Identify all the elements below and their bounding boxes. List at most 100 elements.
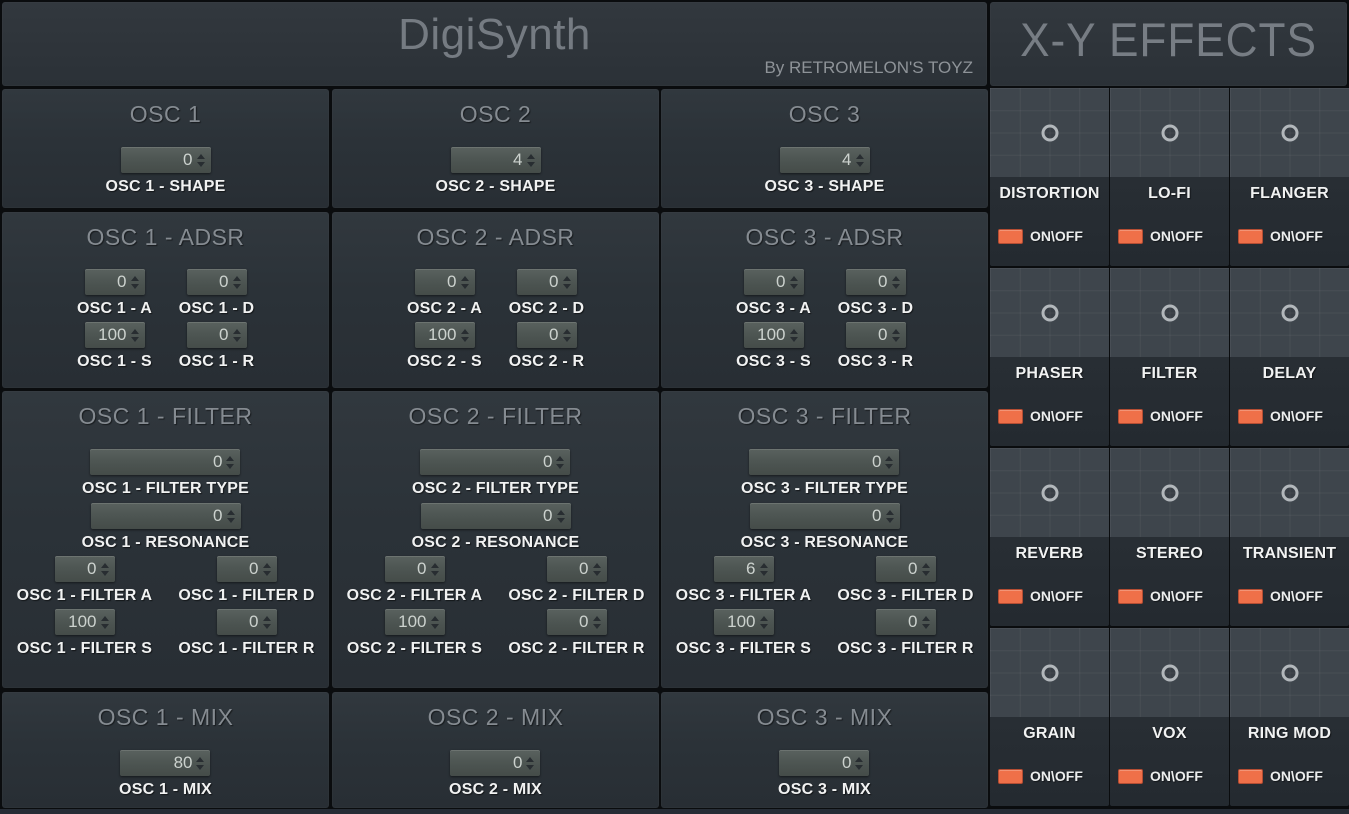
spinner-buttons[interactable] xyxy=(196,153,205,167)
osc1-attack-spinner[interactable]: 0 xyxy=(84,269,145,295)
xy-pad-handle[interactable] xyxy=(1161,664,1178,681)
osc3-resonance-spinner[interactable]: 0 xyxy=(749,503,900,529)
spin-down-icon[interactable] xyxy=(592,623,601,629)
spin-down-icon[interactable] xyxy=(891,283,900,289)
spin-up-icon[interactable] xyxy=(232,275,241,281)
osc1-sustain-spinner[interactable]: 100 xyxy=(84,322,145,348)
spin-up-icon[interactable] xyxy=(460,328,469,334)
onoff-toggle-lofi[interactable]: ON\OFF xyxy=(1118,228,1229,244)
spin-up-icon[interactable] xyxy=(855,756,864,762)
osc1-decay-spinner[interactable]: 0 xyxy=(186,269,247,295)
spinner-buttons[interactable] xyxy=(759,615,768,629)
osc1-mix-spinner[interactable]: 80 xyxy=(120,750,211,776)
onoff-toggle-delay[interactable]: ON\OFF xyxy=(1238,408,1349,424)
spinner-buttons[interactable] xyxy=(885,455,894,469)
spin-down-icon[interactable] xyxy=(921,570,930,576)
spinner-buttons[interactable] xyxy=(855,756,864,770)
spin-up-icon[interactable] xyxy=(556,455,565,461)
xy-pad-delay[interactable] xyxy=(1230,268,1349,357)
osc3-decay-spinner[interactable]: 0 xyxy=(845,269,906,295)
xy-pad-lofi[interactable] xyxy=(1110,88,1229,177)
spinner-buttons[interactable] xyxy=(855,153,864,167)
spinner-buttons[interactable] xyxy=(885,509,894,523)
spinner-buttons[interactable] xyxy=(232,328,241,342)
spin-down-icon[interactable] xyxy=(226,463,235,469)
spinner-buttons[interactable] xyxy=(460,275,469,289)
spin-up-icon[interactable] xyxy=(196,756,205,762)
spinner-buttons[interactable] xyxy=(526,756,535,770)
xy-pad-handle[interactable] xyxy=(1161,484,1178,501)
osc1-filter-attack-spinner[interactable]: 0 xyxy=(54,556,115,582)
onoff-toggle-filter[interactable]: ON\OFF xyxy=(1118,408,1229,424)
xy-pad-handle[interactable] xyxy=(1041,304,1058,321)
onoff-toggle-ringmod[interactable]: ON\OFF xyxy=(1238,768,1349,784)
spin-down-icon[interactable] xyxy=(232,336,241,342)
osc3-filter-type-spinner[interactable]: 0 xyxy=(749,449,900,475)
spinner-buttons[interactable] xyxy=(556,509,565,523)
spinner-buttons[interactable] xyxy=(592,615,601,629)
onoff-toggle-vox[interactable]: ON\OFF xyxy=(1118,768,1229,784)
xy-pad-grain[interactable] xyxy=(990,628,1109,717)
spinner-buttons[interactable] xyxy=(556,455,565,469)
onoff-toggle-flanger[interactable]: ON\OFF xyxy=(1238,228,1349,244)
xy-pad-transient[interactable] xyxy=(1230,448,1349,537)
spinner-buttons[interactable] xyxy=(232,275,241,289)
spin-up-icon[interactable] xyxy=(100,562,109,568)
spin-down-icon[interactable] xyxy=(562,336,571,342)
spin-down-icon[interactable] xyxy=(921,623,930,629)
spinner-buttons[interactable] xyxy=(562,328,571,342)
spin-up-icon[interactable] xyxy=(592,562,601,568)
spin-down-icon[interactable] xyxy=(526,161,535,167)
spinner-buttons[interactable] xyxy=(921,615,930,629)
osc2-filter-attack-spinner[interactable]: 0 xyxy=(384,556,445,582)
spin-down-icon[interactable] xyxy=(885,463,894,469)
onoff-toggle-distortion[interactable]: ON\OFF xyxy=(998,228,1109,244)
osc3-attack-spinner[interactable]: 0 xyxy=(743,269,804,295)
spin-down-icon[interactable] xyxy=(130,336,139,342)
spinner-buttons[interactable] xyxy=(891,275,900,289)
spin-down-icon[interactable] xyxy=(592,570,601,576)
spin-up-icon[interactable] xyxy=(562,275,571,281)
spinner-buttons[interactable] xyxy=(226,455,235,469)
spin-down-icon[interactable] xyxy=(526,764,535,770)
spin-up-icon[interactable] xyxy=(759,562,768,568)
spinner-buttons[interactable] xyxy=(226,509,235,523)
spinner-buttons[interactable] xyxy=(562,275,571,289)
spin-up-icon[interactable] xyxy=(100,615,109,621)
xy-pad-vox[interactable] xyxy=(1110,628,1229,717)
osc1-filter-sustain-spinner[interactable]: 100 xyxy=(54,609,115,635)
spin-up-icon[interactable] xyxy=(526,153,535,159)
osc2-resonance-spinner[interactable]: 0 xyxy=(420,503,571,529)
spin-down-icon[interactable] xyxy=(226,517,235,523)
xy-pad-stereo[interactable] xyxy=(1110,448,1229,537)
spinner-buttons[interactable] xyxy=(100,615,109,629)
spin-up-icon[interactable] xyxy=(430,615,439,621)
spin-down-icon[interactable] xyxy=(232,283,241,289)
spin-down-icon[interactable] xyxy=(789,283,798,289)
xy-pad-handle[interactable] xyxy=(1281,664,1298,681)
spin-up-icon[interactable] xyxy=(855,153,864,159)
osc1-release-spinner[interactable]: 0 xyxy=(186,322,247,348)
xy-pad-handle[interactable] xyxy=(1281,124,1298,141)
spin-up-icon[interactable] xyxy=(789,328,798,334)
xy-pad-handle[interactable] xyxy=(1281,304,1298,321)
onoff-toggle-transient[interactable]: ON\OFF xyxy=(1238,588,1349,604)
spin-down-icon[interactable] xyxy=(562,283,571,289)
osc2-mix-spinner[interactable]: 0 xyxy=(450,750,541,776)
onoff-toggle-stereo[interactable]: ON\OFF xyxy=(1118,588,1229,604)
spin-down-icon[interactable] xyxy=(759,623,768,629)
spin-down-icon[interactable] xyxy=(196,764,205,770)
spinner-buttons[interactable] xyxy=(430,562,439,576)
spinner-buttons[interactable] xyxy=(196,756,205,770)
spin-down-icon[interactable] xyxy=(855,764,864,770)
xy-pad-handle[interactable] xyxy=(1161,124,1178,141)
spin-up-icon[interactable] xyxy=(921,615,930,621)
osc2-filter-release-spinner[interactable]: 0 xyxy=(546,609,607,635)
osc3-sustain-spinner[interactable]: 100 xyxy=(743,322,804,348)
onoff-toggle-phaser[interactable]: ON\OFF xyxy=(998,408,1109,424)
spin-up-icon[interactable] xyxy=(226,509,235,515)
spin-down-icon[interactable] xyxy=(556,517,565,523)
spin-down-icon[interactable] xyxy=(100,570,109,576)
spinner-buttons[interactable] xyxy=(430,615,439,629)
spin-up-icon[interactable] xyxy=(592,615,601,621)
